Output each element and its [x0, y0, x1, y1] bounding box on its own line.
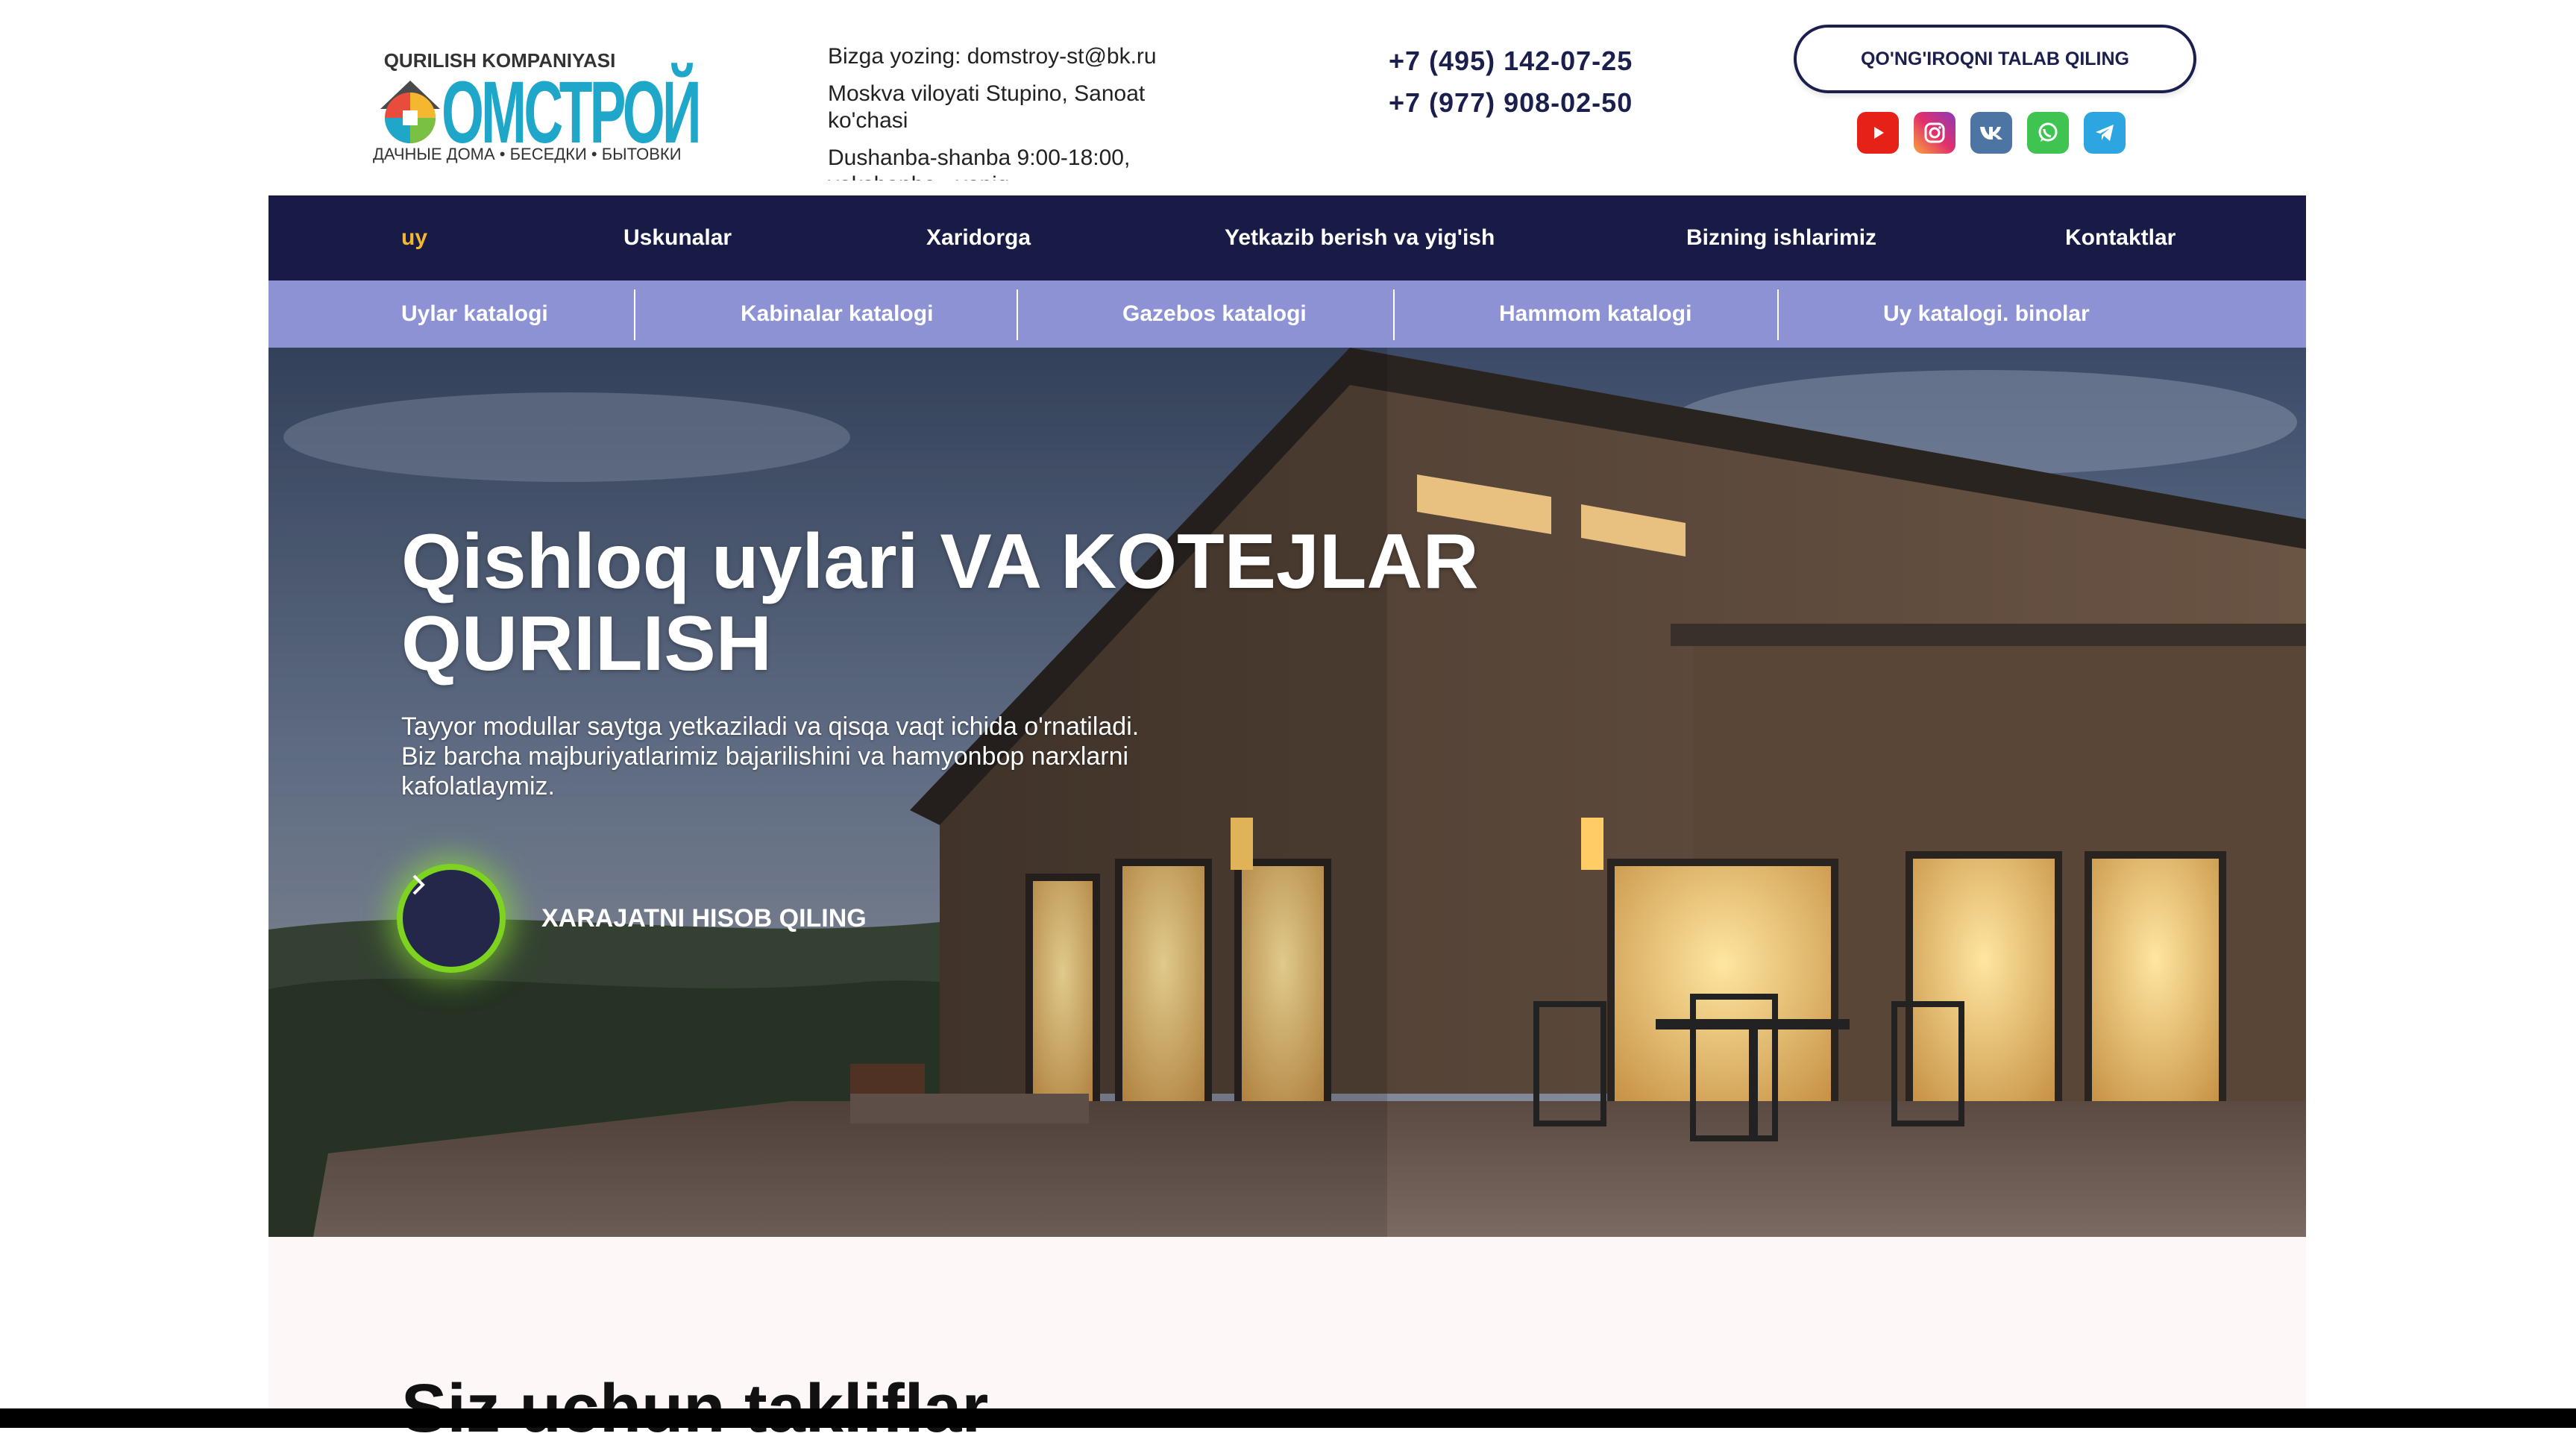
nav-item-equipment[interactable]: Uskunalar — [623, 195, 732, 280]
hero-banner: Qishloq uylari VA KOTEJLAR QURILISH Tayy… — [268, 348, 2306, 1237]
subnav-divider — [1393, 289, 1395, 340]
calculate-cost-label[interactable]: XARAJATNI HISOB QILING — [541, 904, 867, 933]
catalog-subnav: Uylar katalogi Kabinalar katalogi Gazebo… — [268, 280, 2306, 348]
phone-2[interactable]: +7 (977) 908-02-50 — [1389, 82, 1633, 124]
nav-item-buyer[interactable]: Xaridorga — [926, 195, 1031, 280]
request-call-button[interactable]: QO'NG'IROQNI TALAB QILING — [1794, 25, 2196, 93]
calculate-cost-button[interactable] — [397, 864, 506, 973]
logo-wordmark: ОМСТРОЙ — [442, 63, 702, 162]
nav-item-our-works[interactable]: Bizning ishlarimiz — [1686, 195, 1876, 280]
subnav-divider — [1017, 289, 1018, 340]
window-bottom-edge — [0, 1408, 2576, 1428]
contact-email[interactable]: Bizga yozing: domstroy-st@bk.ru — [828, 43, 1216, 70]
subnav-divider — [1777, 289, 1779, 340]
youtube-icon[interactable] — [1857, 112, 1899, 154]
social-links — [1857, 112, 2126, 154]
nav-item-delivery[interactable]: Yetkazib berish va yig'ish — [1225, 195, 1495, 280]
subnav-item-houses[interactable]: Uylar katalogi — [401, 280, 548, 348]
logo-subline: ДАЧНЫЕ ДОМА • БЕСЕДКИ • БЫТОВКИ — [373, 145, 682, 163]
subnav-item-gazebos[interactable]: Gazebos katalogi — [1122, 280, 1307, 348]
company-logo[interactable]: QURILISH KOMPANIYASI ОМСТРОЙ ДАЧНЫЕ ДОМА… — [373, 49, 702, 169]
whatsapp-icon[interactable] — [2027, 112, 2069, 154]
contact-address: Moskva viloyati Stupino, Sanoat ko'chasi — [828, 81, 1146, 133]
nav-item-home[interactable]: uy — [401, 195, 427, 280]
phone-1[interactable]: +7 (495) 142-07-25 — [1389, 40, 1633, 82]
hero-title: Qishloq uylari VA KOTEJLAR QURILISH — [401, 518, 1479, 687]
subnav-item-buildings[interactable]: Uy katalogi. binolar — [1883, 280, 2090, 348]
main-navigation: uy Uskunalar Xaridorga Yetkazib berish v… — [268, 195, 2306, 280]
hero-description: Tayyor modullar saytga yetkaziladi va qi… — [401, 712, 1140, 800]
site-header: QURILISH KOMPANIYASI ОМСТРОЙ ДАЧНЫЕ ДОМА… — [268, 0, 2306, 195]
offers-section: Siz uchun takliflar — [268, 1237, 2306, 1447]
subnav-item-bathhouse[interactable]: Hammom katalogi — [1499, 280, 1691, 348]
contact-info: Bizga yozing: domstroy-st@bk.ru Moskva v… — [828, 43, 1216, 191]
nav-item-contacts[interactable]: Kontaktlar — [2065, 195, 2176, 280]
subnav-divider — [634, 289, 635, 340]
chevron-right-icon — [412, 874, 425, 895]
phone-list: +7 (495) 142-07-25 +7 (977) 908-02-50 — [1389, 40, 1633, 124]
house-logo-icon — [380, 81, 440, 143]
subnav-item-cabins[interactable]: Kabinalar katalogi — [741, 280, 933, 348]
telegram-icon[interactable] — [2084, 112, 2126, 154]
vk-icon[interactable] — [1970, 112, 2012, 154]
instagram-icon[interactable] — [1914, 112, 1955, 154]
contact-hours: Dushanba-shanba 9:00-18:00, yakshanba - … — [828, 145, 1131, 181]
